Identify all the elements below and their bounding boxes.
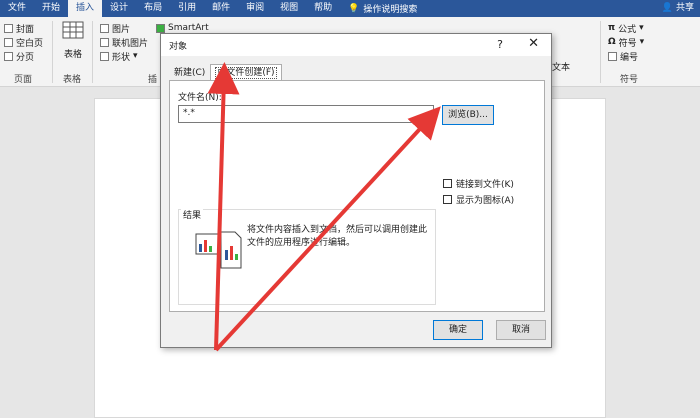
table-button[interactable]: 表格: [60, 21, 86, 60]
smartart-icon: [156, 23, 165, 33]
share-label: 共享: [675, 3, 694, 13]
table-group: 表格: [60, 21, 86, 60]
cover-page-icon: [4, 23, 13, 33]
filename-input[interactable]: *.*: [178, 105, 434, 123]
result-label: 结果: [181, 208, 204, 221]
tab-references[interactable]: 引用: [170, 0, 204, 17]
text-group-stub: 文本: [552, 21, 570, 73]
smartart-label: SmartArt: [168, 23, 209, 33]
result-description: 将文件内容插入到文档，然后可以调用创建此文件的应用程序进行编辑。: [247, 225, 428, 248]
shapes-label: 形状: [112, 52, 131, 63]
ribbon-tab-bar: 文件 开始 插入 设计 布局 引用 邮件 审阅 视图 帮助 💡 操作说明搜索 👤…: [0, 0, 700, 17]
person-icon: 👤: [661, 3, 676, 13]
tell-me-search[interactable]: 💡 操作说明搜索: [348, 2, 418, 16]
omega-icon: Ω: [608, 37, 616, 47]
link-to-file-checkbox[interactable]: 链接到文件(K): [443, 177, 514, 190]
number-button[interactable]: 编号: [608, 49, 644, 63]
dialog-title: 对象: [169, 41, 188, 52]
lightbulb-icon: 💡: [348, 3, 360, 14]
symbols-group-label: 符号: [620, 75, 639, 85]
dialog-tabs: 新建(C) 由文件创建(F): [169, 64, 282, 80]
result-box: 结果 将文件内容插入到文档，然后可以调用创建此文件的应用程序进行编辑。: [178, 208, 436, 305]
symbols-group: π 公式 ▾ Ω 符号 ▾ 编号: [608, 21, 644, 63]
text-group-label: 文本: [552, 62, 571, 73]
tab-create-new[interactable]: 新建(C): [169, 64, 210, 80]
embed-object-icon: [195, 231, 242, 269]
tab-file[interactable]: 文件: [0, 0, 34, 17]
blank-page-button[interactable]: 空白页: [4, 35, 43, 49]
pictures-button[interactable]: 图片: [100, 21, 148, 35]
page-break-button[interactable]: 分页: [4, 49, 43, 63]
table-button-label: 表格: [63, 50, 82, 60]
help-icon[interactable]: ?: [497, 38, 503, 51]
group-divider: [52, 21, 53, 83]
close-icon[interactable]: ✕: [528, 36, 539, 51]
checkbox-box: [443, 179, 452, 188]
illustrations-group: 图片 联机图片 形状 ▾: [100, 21, 148, 63]
display-as-icon-label: 显示为图标(A): [456, 196, 515, 206]
tab-create-from-file[interactable]: 由文件创建(F): [210, 64, 282, 80]
filename-label: 文件名(N):: [178, 93, 222, 103]
tab-design[interactable]: 设计: [102, 0, 136, 17]
online-pictures-label: 联机图片: [112, 38, 149, 49]
blank-page-label: 空白页: [16, 38, 44, 49]
checkbox-box: [443, 195, 452, 204]
ok-button[interactable]: 确定: [433, 320, 483, 340]
tab-view[interactable]: 视图: [272, 0, 306, 17]
tab-insert[interactable]: 插入: [68, 0, 103, 17]
pages-group-label: 页面: [14, 75, 33, 85]
object-dialog: 对象 ? ✕ 新建(C) 由文件创建(F) 文件名(N): *.* 浏览(B).…: [160, 33, 552, 348]
number-label: 编号: [620, 52, 639, 63]
equation-label: 公式: [618, 24, 637, 35]
tab-layout[interactable]: 布局: [136, 0, 170, 17]
table-icon: [62, 21, 84, 39]
tab-home[interactable]: 开始: [34, 0, 68, 17]
pi-icon: π: [608, 23, 616, 33]
link-to-file-label: 链接到文件(K): [456, 180, 514, 190]
group-divider: [92, 21, 93, 83]
tab-create-from-file-label: 由文件创建(F): [215, 67, 277, 79]
pages-group: 封面 空白页 分页: [4, 21, 43, 63]
picture-icon: [100, 23, 109, 33]
tell-me-label: 操作说明搜索: [363, 5, 418, 15]
tab-help[interactable]: 帮助: [306, 0, 340, 17]
group-divider: [600, 21, 601, 83]
shapes-icon: [100, 51, 109, 61]
cancel-button[interactable]: 取消: [496, 320, 546, 340]
page-break-label: 分页: [16, 52, 35, 63]
symbol-button[interactable]: Ω 符号 ▾: [608, 35, 644, 49]
cover-page-label: 封面: [16, 24, 35, 35]
shapes-button[interactable]: 形状 ▾: [100, 49, 148, 63]
illustrations-group-label: 插: [148, 75, 158, 85]
pictures-label: 图片: [112, 24, 131, 35]
page-break-icon: [4, 51, 13, 61]
from-file-panel: 文件名(N): *.* 浏览(B)... 链接到文件(K) 显示为图标(A) 结…: [169, 80, 545, 312]
equation-button[interactable]: π 公式 ▾: [608, 21, 644, 35]
tab-mailings[interactable]: 邮件: [204, 0, 238, 17]
blank-page-icon: [4, 37, 13, 47]
dialog-title-bar: 对象 ? ✕: [161, 34, 551, 56]
symbol-label: 符号: [618, 38, 637, 49]
number-icon: [608, 51, 617, 61]
online-picture-icon: [100, 37, 109, 47]
table-group-label: 表格: [63, 75, 82, 85]
online-pictures-button[interactable]: 联机图片: [100, 35, 148, 49]
tab-review[interactable]: 审阅: [238, 0, 272, 17]
share-button[interactable]: 👤 共享: [662, 0, 694, 17]
browse-button[interactable]: 浏览(B)...: [442, 105, 494, 125]
cover-page-button[interactable]: 封面: [4, 21, 43, 35]
display-as-icon-checkbox[interactable]: 显示为图标(A): [443, 193, 514, 206]
